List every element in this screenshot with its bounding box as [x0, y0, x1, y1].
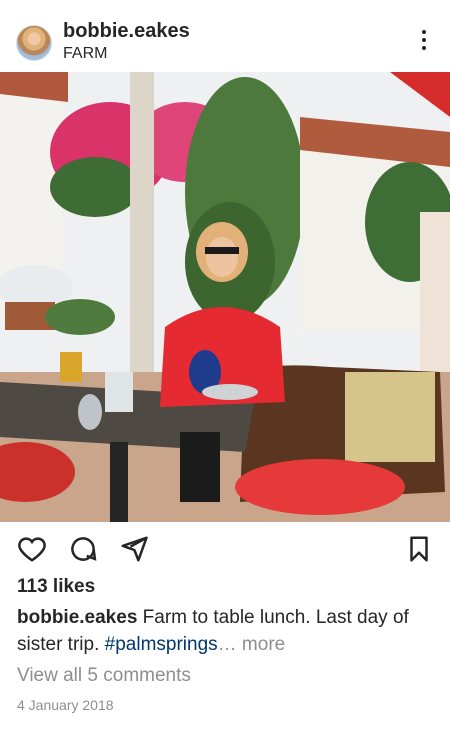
caption-username[interactable]: bobbie.eakes: [17, 607, 137, 628]
heart-icon[interactable]: [17, 534, 49, 566]
comment-icon[interactable]: [68, 534, 100, 566]
more-link[interactable]: more: [242, 634, 285, 655]
like-count[interactable]: 113 likes: [17, 576, 95, 598]
location[interactable]: FARM: [63, 45, 107, 63]
caption-ellipsis: …: [217, 634, 237, 655]
view-comments-link[interactable]: View all 5 comments: [17, 665, 191, 687]
avatar[interactable]: [16, 25, 52, 61]
post-header: bobbie.eakes FARM: [0, 0, 450, 72]
action-bar: [0, 522, 450, 578]
username[interactable]: bobbie.eakes: [63, 20, 190, 43]
more-vertical-icon[interactable]: [416, 30, 432, 54]
bookmark-icon[interactable]: [404, 534, 436, 566]
post-date: 4 January 2018: [17, 697, 114, 713]
post-photo[interactable]: [0, 72, 450, 522]
photo-illustration: [0, 72, 450, 522]
caption: bobbie.eakes Farm to table lunch. Last d…: [17, 604, 437, 658]
hashtag-link[interactable]: #palmsprings: [105, 634, 218, 655]
send-icon[interactable]: [119, 534, 151, 566]
